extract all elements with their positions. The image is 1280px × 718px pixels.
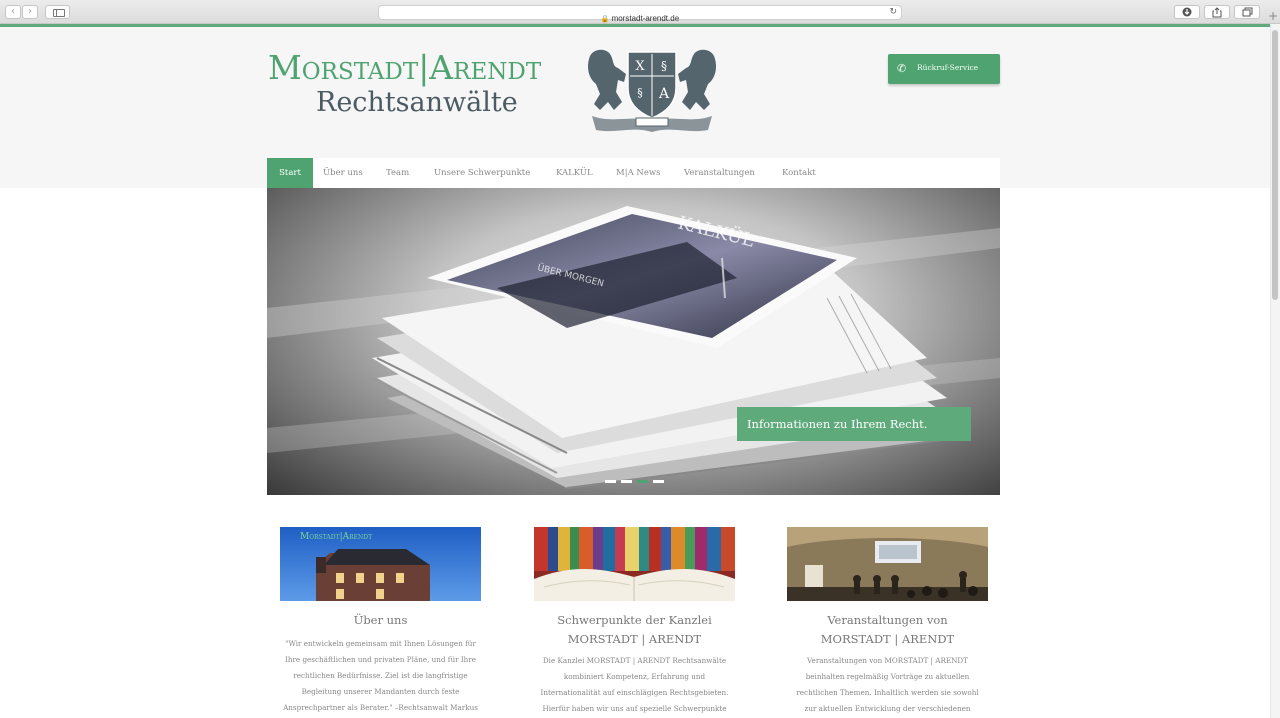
back-button[interactable]: ‹ xyxy=(5,5,21,19)
hero-image: KALKÜL ÜBER MORGEN xyxy=(267,206,1000,489)
hero-caption: Informationen zu Ihrem Recht. xyxy=(737,407,971,441)
crest-letter-x: X xyxy=(635,59,645,74)
card-text-line: zur aktuellen Entwicklung der verschiede… xyxy=(804,704,971,713)
nav-item-schwerpunkte[interactable]: Unsere Schwerpunkte xyxy=(434,158,530,188)
share-button[interactable] xyxy=(1204,5,1230,19)
reload-icon[interactable]: ↻ xyxy=(889,6,897,19)
slider-dot-2[interactable] xyxy=(621,480,632,483)
downloads-button[interactable] xyxy=(1174,5,1200,19)
card-title-line2: MORSTADT | ARENDT xyxy=(820,632,955,646)
card-title: Veranstaltungen von xyxy=(827,613,948,627)
card-title: Schwerpunkte der Kanzlei xyxy=(557,613,712,627)
card-text-line: Ihre geschäftlichen und privaten Pläne, … xyxy=(285,655,476,664)
card-schwerpunkte[interactable]: Schwerpunkte der Kanzlei MORSTADT | AREN… xyxy=(534,527,735,717)
callback-label: Rückruf-Service xyxy=(917,63,979,72)
card-image-caption: Morstadt|Arendt xyxy=(300,532,372,542)
card-image-building[interactable]: Morstadt|Arendt xyxy=(280,527,481,601)
card-image-books[interactable] xyxy=(534,527,735,601)
main-navigation: Start Über uns Team Unsere Schwerpunkte … xyxy=(267,158,1000,188)
card-title-line2: MORSTADT | ARENDT xyxy=(567,632,702,646)
lock-icon: 🔒 xyxy=(600,15,610,23)
new-tab-icon[interactable]: + xyxy=(1266,8,1280,24)
callback-service-button[interactable]: ✆ Rückruf-Service xyxy=(888,54,1000,84)
crest-letter-a: A xyxy=(658,86,670,102)
crest-section-sign: § xyxy=(661,59,667,73)
download-icon xyxy=(1182,7,1192,17)
forward-button[interactable]: › xyxy=(22,5,38,19)
url-text: morstadt-arendt.de xyxy=(611,14,680,23)
share-icon xyxy=(1212,7,1222,18)
logo-wordmark: Morstadt|Arendt xyxy=(268,48,542,87)
logo-subtitle: Rechtsanwälte xyxy=(316,87,518,118)
nav-item-ueber-uns[interactable]: Über uns xyxy=(323,158,363,188)
slider-dot-4[interactable] xyxy=(653,480,664,483)
site-logo[interactable]: Morstadt|Arendt Rechtsanwälte xyxy=(268,46,578,116)
card-text-line: rechtlichen Themen. Inhaltlich werden si… xyxy=(796,688,979,697)
nav-item-veranstaltungen[interactable]: Veranstaltungen xyxy=(684,158,755,188)
slider-dot-3[interactable] xyxy=(637,480,648,483)
nav-item-ma-news[interactable]: M|A News xyxy=(616,158,661,188)
card-title: Über uns xyxy=(353,613,408,627)
browser-toolbar: ‹ › 🔒 morstadt-arendt.de ↻ + xyxy=(0,0,1280,24)
card-text-line: kombiniert Kompetenz, Erfahrung und xyxy=(563,672,706,681)
card-ueber-uns[interactable]: Morstadt|Arendt Über uns "Wir entwickeln… xyxy=(280,527,481,716)
card-text-line: Die Kanzlei MORSTADT | ARENDT Rechtsanwä… xyxy=(542,656,727,665)
nav-item-kalkuel[interactable]: KALKÜL xyxy=(556,158,593,188)
crest-section-sign-2: § xyxy=(637,86,643,99)
card-text-line: Hierfür haben wir uns auf spezielle Schw… xyxy=(542,704,727,713)
address-bar[interactable]: 🔒 morstadt-arendt.de ↻ xyxy=(378,5,902,23)
card-veranstaltungen[interactable]: Veranstaltungen von MORSTADT | ARENDT Ve… xyxy=(787,527,988,717)
card-text-line: Begleitung unserer Mandanten durch feste xyxy=(301,687,460,696)
phone-icon: ✆ xyxy=(897,62,907,75)
coat-of-arms-icon: X § § A xyxy=(588,49,716,132)
card-image-event[interactable] xyxy=(787,527,988,601)
card-text-line: Veranstaltungen von MORSTADT | ARENDT xyxy=(807,656,968,665)
card-text-line: beinhalten regelmäßig Vorträge zu aktuel… xyxy=(805,672,970,681)
card-text-line: "Wir entwickeln gemeinsam mit Ihnen Lösu… xyxy=(285,639,476,648)
nav-item-start[interactable]: Start xyxy=(267,158,313,188)
scrollbar-thumb[interactable] xyxy=(1272,30,1278,300)
tabs-icon xyxy=(1242,7,1252,17)
nav-item-team[interactable]: Team xyxy=(386,158,409,188)
forward-icon: › xyxy=(28,6,32,17)
nav-item-kontakt[interactable]: Kontakt xyxy=(782,158,816,188)
card-text-line: rechtlichen Bedürfnisse. Ziel ist die la… xyxy=(293,671,468,680)
slider-dot-1[interactable] xyxy=(605,480,616,483)
sidebar-toggle-icon[interactable] xyxy=(45,5,70,19)
tabs-button[interactable] xyxy=(1234,5,1260,19)
card-text-line: Ansprechpartner als Berater." –Rechtsanw… xyxy=(283,703,478,712)
back-icon: ‹ xyxy=(11,6,15,17)
card-text-line: Internationalität auf einschlägigen Rech… xyxy=(540,688,729,697)
hero-slider[interactable]: KALKÜL ÜBER MORGEN xyxy=(267,188,1000,495)
